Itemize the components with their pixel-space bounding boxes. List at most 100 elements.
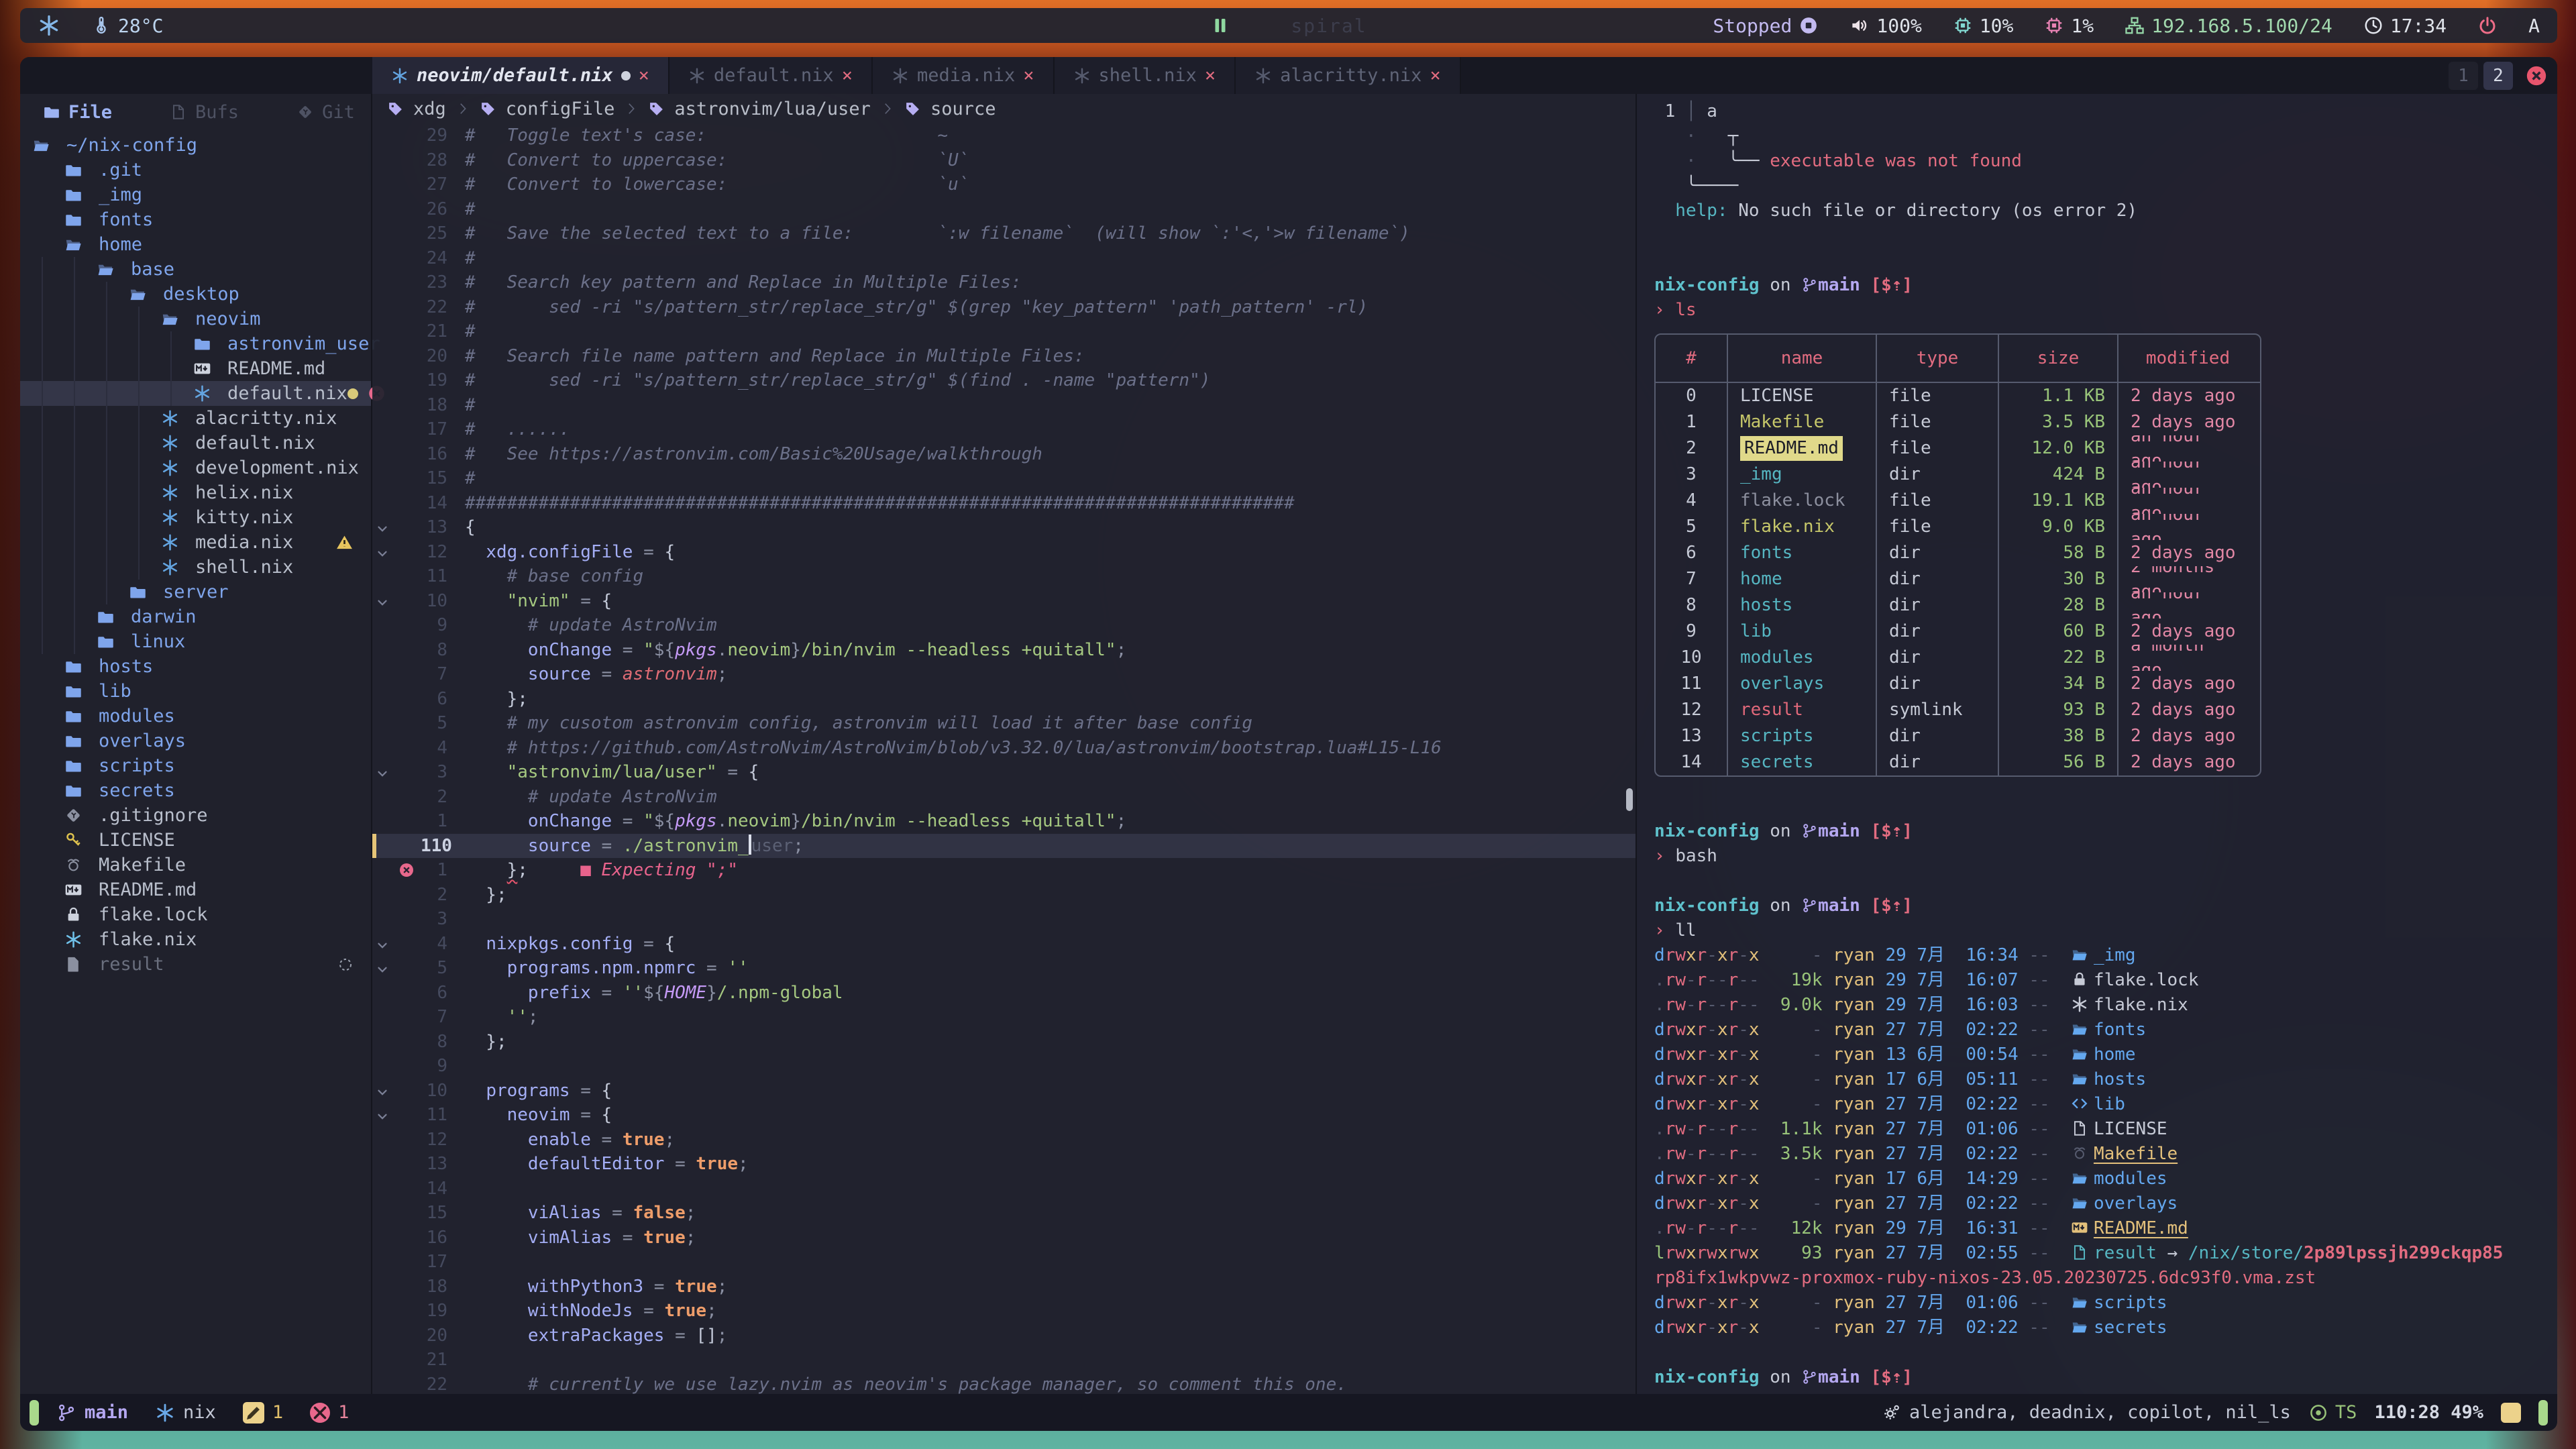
code-line[interactable]: 14######################################… xyxy=(372,491,1635,516)
tree-item[interactable]: .gitignore xyxy=(20,803,371,828)
code-line[interactable]: 21 xyxy=(372,1348,1635,1373)
code-line[interactable]: 18 withPython3 = true; xyxy=(372,1275,1635,1299)
code-line[interactable]: 4 # https://github.com/AstroNvim/AstroNv… xyxy=(372,736,1635,761)
network-module[interactable]: 192.168.5.100/24 xyxy=(2125,15,2332,37)
gpu-module[interactable]: 1% xyxy=(2044,15,2094,37)
tree-item[interactable]: hosts xyxy=(20,654,371,679)
tree-item[interactable]: result xyxy=(20,952,371,977)
tree-item[interactable]: Makefile xyxy=(20,853,371,877)
close-icon[interactable]: × xyxy=(1205,65,1216,86)
breadcrumb-segment[interactable]: configFile xyxy=(506,99,615,119)
explorer-tab-git[interactable]: Git xyxy=(297,102,355,123)
close-window-icon[interactable] xyxy=(2525,64,2548,87)
breadcrumb-segment[interactable]: xdg xyxy=(413,99,446,119)
tree-item[interactable]: desktop xyxy=(20,282,371,307)
explorer-tab-file[interactable]: File xyxy=(43,102,112,123)
code-line[interactable]: 16 vimAlias = true; xyxy=(372,1226,1635,1250)
code-line[interactable]: 14 xyxy=(372,1177,1635,1201)
close-icon[interactable]: × xyxy=(842,65,853,86)
media-status-module[interactable]: Stopped xyxy=(1713,15,1819,37)
code-line[interactable]: 17# ...... xyxy=(372,417,1635,442)
code-line[interactable]: 10 "nvim" = { xyxy=(372,589,1635,614)
code-line[interactable]: 18# xyxy=(372,393,1635,418)
tree-item[interactable]: shell.nix xyxy=(20,555,371,580)
tree-item[interactable]: helix.nix xyxy=(20,480,371,505)
code-line[interactable]: 11 neovim = { xyxy=(372,1103,1635,1128)
code-line[interactable]: 15# xyxy=(372,466,1635,491)
stop-icon[interactable] xyxy=(1799,15,1819,36)
power-module[interactable] xyxy=(2477,15,2498,36)
code-line[interactable]: 1 onChange = "${pkgs.neovim}/bin/nvim --… xyxy=(372,809,1635,834)
tree-item[interactable]: scripts xyxy=(20,753,371,778)
tree-item[interactable]: linux xyxy=(20,629,371,654)
code-line[interactable]: 28# Convert to uppercase: `U` xyxy=(372,148,1635,173)
git-branch-segment[interactable]: main xyxy=(56,1402,128,1423)
tree-item[interactable]: secrets xyxy=(20,778,371,803)
close-icon[interactable]: × xyxy=(1023,65,1034,86)
editor-pane[interactable]: xdg configFile astronvim/lua/user source 29… xyxy=(372,94,1637,1394)
tree-item[interactable]: neovim xyxy=(20,307,371,331)
tree-item[interactable]: .git xyxy=(20,158,371,182)
code-line[interactable]: 9 xyxy=(372,1054,1635,1079)
tree-item[interactable]: home xyxy=(20,232,371,257)
code-line[interactable]: 20 extraPackages = []; xyxy=(372,1324,1635,1348)
tree-item[interactable]: README.md xyxy=(20,356,371,381)
tree-item[interactable]: flake.lock xyxy=(20,902,371,927)
code-line[interactable]: 12 enable = true; xyxy=(372,1128,1635,1152)
code-line[interactable]: 13 defaultEditor = true; xyxy=(372,1152,1635,1177)
code-line[interactable]: 4 nixpkgs.config = { xyxy=(372,932,1635,957)
code-line[interactable]: 27# Convert to lowercase: `u` xyxy=(372,172,1635,197)
breadcrumb-segment[interactable]: astronvim/lua/user xyxy=(674,99,871,119)
tree-item[interactable]: media.nix xyxy=(20,530,371,555)
code-line[interactable]: 26# xyxy=(372,197,1635,222)
code-line[interactable]: 8 onChange = "${pkgs.neovim}/bin/nvim --… xyxy=(372,638,1635,663)
tree-item[interactable]: LICENSE xyxy=(20,828,371,853)
code-line[interactable]: 5 # my cusotom astronvim config, astronv… xyxy=(372,711,1635,736)
code-line[interactable]: 21# xyxy=(372,319,1635,344)
code-line[interactable]: 12 xdg.configFile = { xyxy=(372,540,1635,565)
close-icon[interactable]: × xyxy=(1430,65,1440,86)
code-line[interactable]: 6 prefix = ''${HOME}/.npm-global xyxy=(372,981,1635,1006)
tree-item[interactable]: kitty.nix xyxy=(20,505,371,530)
close-icon[interactable]: × xyxy=(639,65,649,86)
tree-item[interactable]: base xyxy=(20,257,371,282)
code-line[interactable]: 3 "astronvim/lua/user" = { xyxy=(372,760,1635,785)
tree-item[interactable]: README.md xyxy=(20,877,371,902)
buffer-tab[interactable]: default.nix× xyxy=(669,57,873,94)
code-line[interactable]: 13{ xyxy=(372,515,1635,540)
code-line[interactable]: 19 withNodeJs = true; xyxy=(372,1299,1635,1324)
code-line[interactable]: 20# Search file name pattern and Replace… xyxy=(372,344,1635,369)
power-icon[interactable] xyxy=(2477,15,2498,36)
buffer-tab[interactable]: neovim/default.nix× xyxy=(372,57,669,94)
tree-item[interactable]: default.nix xyxy=(20,431,371,455)
explorer-tab-bufs[interactable]: Bufs xyxy=(170,102,239,123)
tree-item[interactable]: fonts xyxy=(20,207,371,232)
tree-item[interactable]: overlays xyxy=(20,729,371,753)
code-line[interactable]: 1 }; ■ Expecting ";" xyxy=(372,858,1635,883)
scrollbar-thumb[interactable] xyxy=(1626,788,1633,811)
tree-item[interactable]: flake.nix xyxy=(20,927,371,952)
code-line[interactable]: 9 # update AstroNvim xyxy=(372,613,1635,638)
code-line[interactable]: 11 # base config xyxy=(372,564,1635,589)
tree-item[interactable]: modules xyxy=(20,704,371,729)
code-line[interactable]: 17 xyxy=(372,1250,1635,1275)
code-line[interactable]: 22 # currently we use lazy.nvim as neovi… xyxy=(372,1373,1635,1397)
code-line[interactable]: 24# xyxy=(372,246,1635,271)
tabpage-2[interactable]: 2 xyxy=(2483,62,2513,90)
clock-module[interactable]: 17:34 xyxy=(2363,15,2447,37)
code-line[interactable]: 25# Save the selected text to a file: `:… xyxy=(372,221,1635,246)
code-line[interactable]: 6 }; xyxy=(372,687,1635,712)
volume-module[interactable]: 100% xyxy=(1849,15,1921,37)
cpu-module[interactable]: 10% xyxy=(1953,15,2014,37)
code-line[interactable]: 19# sed -ri "s/pattern_str/replace_str/g… xyxy=(372,368,1635,393)
tree-item[interactable]: _img xyxy=(20,182,371,207)
code-line[interactable]: 22# sed -ri "s/pattern_str/replace_str/g… xyxy=(372,295,1635,320)
code-line[interactable]: 16# See https://astronvim.com/Basic%20Us… xyxy=(372,442,1635,467)
tree-item[interactable]: server xyxy=(20,580,371,604)
tree-item[interactable]: default.nix xyxy=(20,381,371,406)
buffer-tab[interactable]: shell.nix× xyxy=(1055,57,1236,94)
code-line[interactable]: 110 source = ./astronvim_user; xyxy=(372,834,1635,859)
code-area[interactable]: 29# Toggle text's case: ~28# Convert to … xyxy=(372,123,1635,1394)
modified-count-segment[interactable]: 1 xyxy=(243,1402,283,1424)
breadcrumb-segment[interactable]: source xyxy=(930,99,996,119)
